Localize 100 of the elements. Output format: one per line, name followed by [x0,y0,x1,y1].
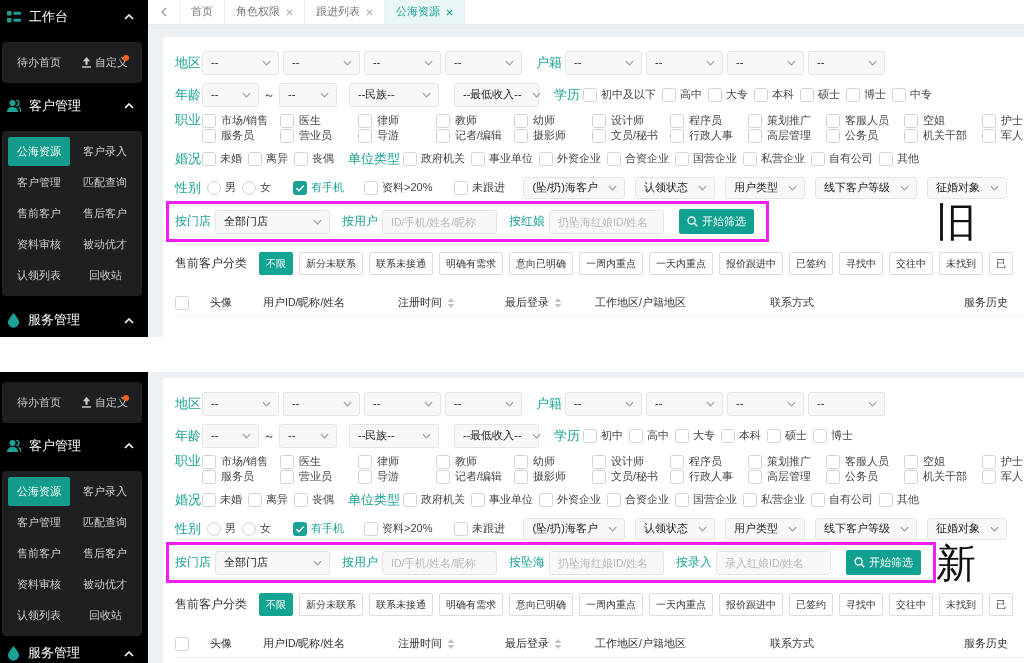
checkbox[interactable] [708,88,722,102]
checkbox[interactable] [754,88,768,102]
dropdown[interactable]: 全部门店 [215,209,330,234]
text-input[interactable]: ID/手机/姓名/昵称 [382,209,497,234]
checkbox[interactable] [248,152,262,166]
menu-item[interactable]: 待办首页 [8,388,70,417]
sort-icon[interactable] [447,637,455,650]
checkbox[interactable] [471,493,485,507]
close-icon[interactable] [366,8,373,16]
radio-button[interactable] [207,522,221,536]
text-input[interactable]: ID/手机/姓名/昵称 [382,550,497,575]
checkbox[interactable] [583,429,597,443]
dropdown[interactable]: (坠/扔)海客户 [523,518,625,540]
radio-button[interactable] [207,181,221,195]
close-icon[interactable] [446,8,453,16]
close-icon[interactable] [286,8,293,16]
category-button[interactable]: 一天内重点 [649,252,713,275]
sort-icon[interactable] [554,637,562,650]
radio-button[interactable] [242,522,256,536]
checkbox[interactable] [607,152,621,166]
menu-item[interactable]: 被动优才 [74,570,136,599]
checkbox[interactable] [767,429,781,443]
category-button[interactable]: 一周内重点 [579,593,643,616]
dropdown[interactable]: -- [364,51,441,75]
checkbox[interactable] [748,113,762,128]
dropdown[interactable]: 用户类型 [724,177,805,199]
menu-section-header[interactable]: 客户管理 [0,429,148,463]
category-button[interactable]: 报价跟进中 [719,252,783,275]
dropdown[interactable]: -- [565,51,642,75]
dropdown[interactable]: -- [727,51,804,75]
checkbox[interactable] [892,88,906,102]
menu-item[interactable]: 认领列表 [8,601,70,630]
checkbox[interactable] [800,88,814,102]
checkbox[interactable] [202,152,216,166]
radio-button[interactable] [242,181,256,195]
column-header[interactable]: 最后登录 [505,296,595,309]
menu-section-header[interactable]: 服务管理 [0,644,148,663]
dropdown[interactable]: 征婚对象 [926,518,1007,540]
dropdown[interactable]: -- [646,51,723,75]
checkbox[interactable] [904,469,918,484]
checkbox[interactable] [202,128,216,143]
checkbox[interactable] [813,429,827,443]
category-button[interactable]: 意向已明确 [509,252,573,275]
checkbox[interactable] [294,493,308,507]
menu-item[interactable]: 客户录入 [74,477,136,506]
column-header[interactable]: 注册时间 [398,296,505,309]
menu-item[interactable]: 匹配查询 [74,508,136,537]
checkbox[interactable] [364,522,378,536]
text-input[interactable]: 扔坠海红娘ID/姓名 [549,550,664,575]
checkbox[interactable] [904,454,918,469]
checkbox[interactable] [514,469,528,484]
checkbox[interactable] [670,128,684,143]
checkbox[interactable] [403,493,417,507]
checkbox[interactable] [539,493,553,507]
chevron-up-icon[interactable] [124,443,134,449]
category-button[interactable]: 新分未联系 [299,593,363,616]
category-button[interactable]: 一天内重点 [649,593,713,616]
dropdown[interactable]: --最低收入-- [454,83,539,107]
checkbox[interactable] [364,181,378,195]
tab[interactable]: 角色权限 [225,0,305,24]
checkbox[interactable] [175,295,189,310]
dropdown[interactable]: -- [202,424,259,448]
checkbox[interactable] [202,113,216,128]
dropdown[interactable]: -- [808,51,885,75]
dropdown[interactable]: -- [565,392,642,416]
checkbox[interactable] [748,454,762,469]
category-button[interactable]: 交往中 [889,252,933,275]
checkbox[interactable] [670,454,684,469]
checkbox[interactable] [280,454,294,469]
dropdown[interactable]: 认领状态 [634,518,715,540]
checkbox[interactable] [358,454,372,469]
dropdown[interactable]: -- [364,392,441,416]
checkbox[interactable] [607,493,621,507]
menu-section-header[interactable]: 客户管理 [0,89,148,123]
menu-item[interactable]: 回收站 [74,261,136,290]
checkbox[interactable] [826,128,840,143]
checkbox[interactable] [826,454,840,469]
menu-section-header[interactable]: 工作台 [0,0,148,34]
checkbox[interactable] [358,113,372,128]
menu-section-header[interactable]: 服务管理 [0,304,148,337]
category-button[interactable]: 报价跟进中 [719,593,783,616]
checkbox[interactable] [846,88,860,102]
checkbox[interactable] [743,493,757,507]
dropdown[interactable]: 线下客户等级 [814,177,917,199]
category-button[interactable]: 明确有需求 [439,252,503,275]
sort-icon[interactable] [554,296,562,309]
checkbox[interactable] [202,469,216,484]
checkbox[interactable] [675,429,689,443]
dropdown[interactable]: -- [283,51,360,75]
menu-item[interactable]: 匹配查询 [74,168,136,197]
category-button[interactable]: 联系未接通 [369,252,433,275]
menu-item[interactable]: 售后客户 [74,199,136,228]
dropdown[interactable]: -- [202,51,279,75]
menu-item[interactable]: 被动优才 [74,230,136,259]
checkbox[interactable] [811,493,825,507]
checkbox[interactable] [293,522,307,536]
dropdown[interactable]: -- [727,392,804,416]
category-button[interactable]: 寻找中 [839,593,883,616]
checkbox[interactable] [514,113,528,128]
text-input[interactable]: 录入红娘ID/姓名 [716,550,831,575]
